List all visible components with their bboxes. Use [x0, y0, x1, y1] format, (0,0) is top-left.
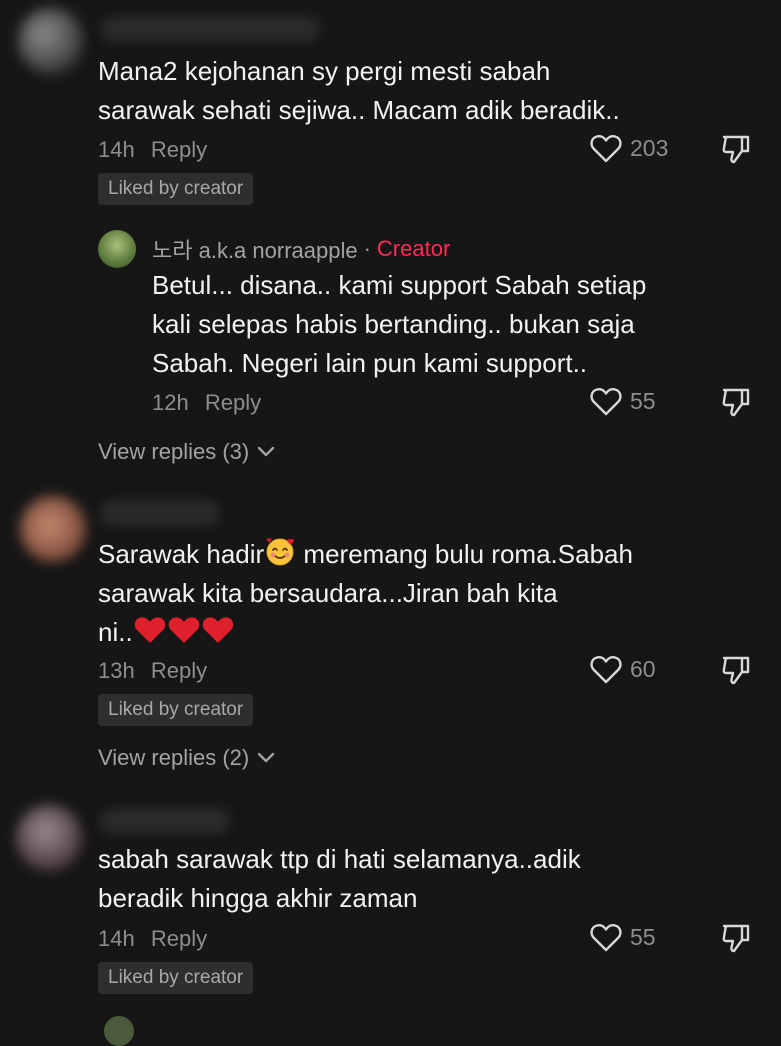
comment-text-segment: meremang bulu roma.Sabah — [296, 539, 633, 569]
avatar[interactable] — [104, 1016, 134, 1046]
dislike-button[interactable] — [720, 654, 752, 691]
reply-text: Betul... disana.. kami support Sabah set… — [152, 266, 722, 383]
comment-line: Mana2 kejohanan sy pergi mesti sabah — [98, 56, 551, 86]
red-heart-icon — [202, 617, 233, 643]
heart-outline-icon — [590, 388, 622, 416]
heart-outline-icon — [590, 135, 622, 163]
dislike-button[interactable] — [720, 133, 752, 170]
comment-text: Sarawak hadir meremang bulu roma.Sabah s… — [98, 535, 718, 652]
like-button[interactable]: 55 — [590, 922, 656, 952]
reply-button[interactable]: Reply — [151, 926, 207, 951]
chevron-down-icon — [258, 752, 275, 763]
reply-author-line: 노라 a.k.a norraapple · Creator — [152, 233, 450, 265]
reply-button[interactable]: Reply — [151, 137, 207, 162]
comment-line: sabah sarawak ttp di hati selamanya..adi… — [98, 844, 581, 874]
reply-button[interactable]: Reply — [205, 390, 261, 415]
liked-by-creator-badge: Liked by creator — [98, 694, 254, 726]
like-count: 55 — [630, 923, 656, 950]
blurred-username[interactable] — [100, 808, 230, 834]
like-button[interactable]: 55 — [590, 386, 656, 416]
like-count: 60 — [630, 655, 656, 682]
view-replies-button[interactable]: View replies (2) — [98, 745, 275, 771]
comment-line: sarawak kita bersaudara...Jiran bah kita — [98, 578, 558, 608]
avatar[interactable] — [18, 8, 84, 74]
separator-dot: · — [363, 236, 371, 261]
creator-avatar[interactable] — [98, 230, 136, 268]
timestamp: 14h — [98, 137, 135, 162]
creator-tag: Creator — [376, 236, 451, 261]
smiling-face-with-hearts-icon — [266, 538, 294, 566]
reply-button[interactable]: Reply — [151, 658, 207, 683]
comment-text-segment: ni.. — [98, 617, 133, 647]
liked-by-creator-badge: Liked by creator — [98, 173, 254, 205]
comment-text-segment: Sarawak hadir — [98, 539, 265, 569]
reply-line: Betul... disana.. kami support Sabah set… — [152, 270, 647, 300]
comment-meta: 14h Reply — [98, 926, 207, 952]
reply-line: Sabah. Negeri lain pun kami support.. — [152, 348, 588, 378]
chevron-down-icon — [258, 446, 275, 457]
heart-outline-icon — [590, 656, 622, 684]
comment-meta: 13h Reply — [98, 658, 207, 684]
red-heart-icon — [168, 617, 199, 643]
view-replies-label: View replies (3) — [98, 439, 250, 464]
comment-text: sabah sarawak ttp di hati selamanya..adi… — [98, 840, 718, 918]
reply-meta: 12h Reply — [152, 390, 261, 416]
reply-line: kali selepas habis bertanding.. bukan sa… — [152, 309, 635, 339]
red-heart-icon — [134, 617, 165, 643]
comment-text: Mana2 kejohanan sy pergi mesti sabah sar… — [98, 52, 718, 130]
like-button[interactable]: 203 — [590, 133, 668, 163]
heart-outline-icon — [590, 924, 622, 952]
thumb-down-icon — [722, 924, 750, 953]
comment-meta: 14h Reply — [98, 137, 207, 163]
view-replies-label: View replies (2) — [98, 745, 250, 770]
thumb-down-icon — [722, 656, 750, 685]
dislike-button[interactable] — [720, 922, 752, 959]
thumb-down-icon — [722, 135, 750, 164]
timestamp: 12h — [152, 390, 189, 415]
timestamp: 14h — [98, 926, 135, 951]
avatar[interactable] — [20, 496, 86, 562]
comment-line: Sarawak hadir meremang bulu roma.Sabah — [98, 535, 718, 574]
thumb-down-icon — [722, 388, 750, 417]
comment-line: sarawak sehati sejiwa.. Macam adik berad… — [98, 95, 620, 125]
liked-by-creator-badge: Liked by creator — [98, 962, 254, 994]
like-count: 55 — [630, 387, 656, 414]
like-button[interactable]: 60 — [590, 654, 656, 684]
blurred-username[interactable] — [100, 16, 320, 42]
dislike-button[interactable] — [720, 386, 752, 423]
comment-line: beradik hingga akhir zaman — [98, 883, 418, 913]
comment-line: ni.. — [98, 613, 718, 652]
like-count: 203 — [630, 134, 669, 161]
reply-author-name[interactable]: 노라 a.k.a norraapple — [152, 233, 358, 265]
blurred-username[interactable] — [100, 500, 220, 526]
view-replies-button[interactable]: View replies (3) — [98, 439, 275, 465]
timestamp: 13h — [98, 658, 135, 683]
avatar[interactable] — [16, 805, 82, 871]
